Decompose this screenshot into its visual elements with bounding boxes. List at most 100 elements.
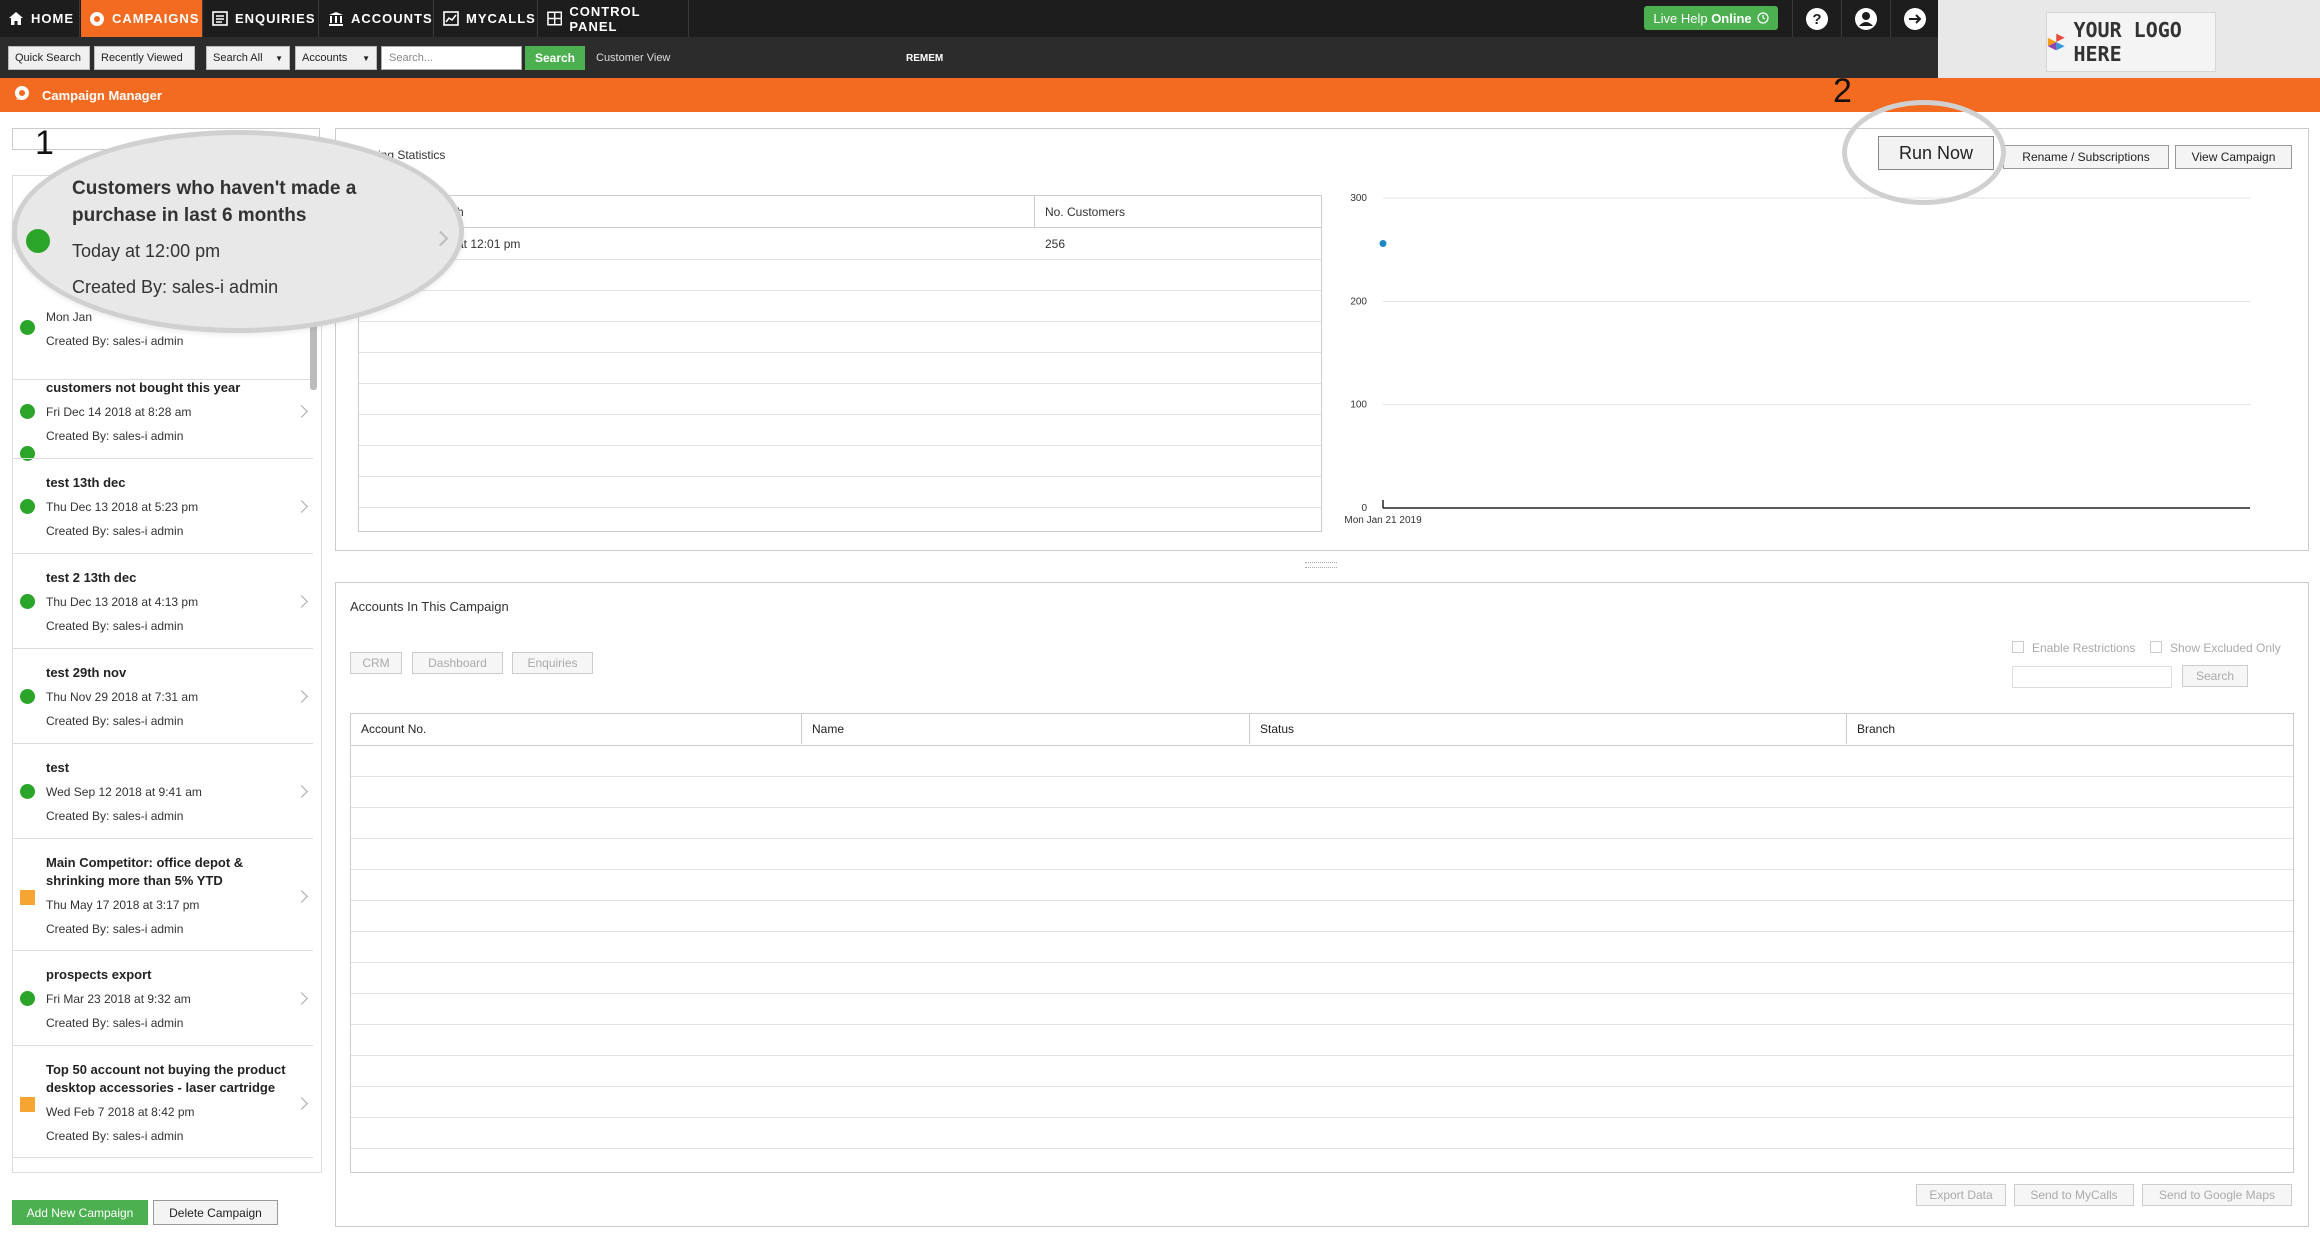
status-square-icon [20,890,35,905]
help-button[interactable]: ? [1792,0,1840,37]
rename-subscriptions-button[interactable]: Rename / Subscriptions [2003,145,2169,169]
accounts-select[interactable]: Accounts ▼ [295,46,377,70]
search-all-select[interactable]: Search All ▼ [206,46,290,70]
campaign-created-by: Created By: sales-i admin [46,429,184,443]
campaign-list-item[interactable]: test 13th dec Thu Dec 13 2018 at 5:23 pm… [13,459,313,554]
accounts-title: Accounts In This Campaign [350,599,509,614]
column-header-branch[interactable]: Branch [1847,714,2293,744]
search-input[interactable]: Search... [381,46,522,70]
run-now-callout [1842,100,2006,205]
campaign-icon [90,11,104,26]
enquiries-label: Enquiries [527,656,578,670]
campaign-created-by: Created By: sales-i admin [46,922,184,936]
show-excluded-checkbox[interactable] [2150,641,2162,653]
column-header-customers: No. Customers [1045,205,1126,219]
customer-view-link[interactable]: Customer View [596,46,670,70]
delete-campaign-button[interactable]: Delete Campaign [153,1200,278,1225]
export-data-label: Export Data [1929,1188,1993,1202]
campaign-list-item[interactable]: test Wed Sep 12 2018 at 9:41 am Created … [13,744,313,839]
company-logo: YOUR LOGO HERE [2046,12,2216,72]
row-divider [351,869,2293,870]
delete-campaign-label: Delete Campaign [169,1205,262,1220]
nav-mycalls[interactable]: MYCALLS [435,0,538,37]
account-no-label: Account No. [361,722,427,736]
enquiries-button[interactable]: Enquiries [512,652,593,674]
row-divider [351,931,2293,932]
nav-accounts[interactable]: ACCOUNTS [320,0,434,37]
row-divider [359,321,1321,322]
status-dot-icon [20,991,35,1006]
campaign-title: test 29th nov [46,665,127,680]
send-to-google-maps-label: Send to Google Maps [2158,1188,2276,1202]
campaign-list-item[interactable]: test 29th nov Thu Nov 29 2018 at 7:31 am… [13,649,313,744]
enable-restrictions-checkbox[interactable] [2012,641,2024,653]
row-divider [359,352,1321,353]
callout-number-1: 1 [35,124,54,162]
recently-viewed-tab[interactable]: Recently Viewed [94,46,195,70]
campaign-title: Main Competitor: office depot & shrinkin… [46,855,244,888]
export-data-button[interactable]: Export Data [1916,1184,2006,1206]
remem-text: REMEM [906,46,943,70]
profile-button[interactable] [1841,0,1889,37]
campaign-list-item[interactable]: customers not bought this year Fri Dec 1… [13,364,313,459]
panel-splitter[interactable] [1305,562,1337,568]
logo-mark-icon [2047,33,2065,51]
search-button[interactable]: Search [525,46,585,70]
nav-control-panel[interactable]: CONTROL PANEL [539,0,689,37]
campaign-created-by: Created By: sales-i admin [72,277,279,297]
status-dot-icon [20,689,35,704]
add-campaign-button[interactable]: Add New Campaign [12,1200,148,1225]
chevron-right-icon [295,595,308,608]
row-divider [351,776,2293,777]
campaign-created-by: Created By: sales-i admin [46,809,184,823]
column-header-account-no[interactable]: Account No. [351,714,802,744]
campaign-list-item[interactable]: Top 50 account not buying the product de… [13,1046,313,1158]
campaign-date: Wed Sep 12 2018 at 9:41 am [46,785,202,799]
campaign-list-item[interactable]: prospects export Fri Mar 23 2018 at 9:32… [13,951,313,1046]
restriction-search-input[interactable] [2012,666,2172,688]
campaign-title: Top 50 account not buying the product de… [46,1062,286,1095]
customer-view-label: Customer View [596,52,671,64]
magnified-campaign-callout[interactable]: Customers who haven't made a purchase in… [12,130,464,333]
status-dot-icon [26,229,50,253]
question-icon: ? [1805,7,1828,30]
quick-search-label: Quick Search [15,52,82,64]
crm-button[interactable]: CRM [350,652,402,674]
arrow-right-icon [1903,7,1926,30]
page-header: Campaign Manager [0,78,2320,112]
nav-home[interactable]: HOME [0,0,80,37]
status-dot-icon [20,404,35,419]
row-divider [351,807,2293,808]
view-campaign-button[interactable]: View Campaign [2175,145,2292,169]
branch-label: Branch [1857,722,1896,736]
status-dot-icon [20,784,35,799]
campaign-date: Thu May 17 2018 at 3:17 pm [46,898,200,912]
campaign-list-item[interactable]: Main Competitor: office depot & shrinkin… [13,839,313,951]
y-tick-label: 300 [1350,193,1367,204]
name-label: Name [812,722,845,736]
quick-search-tab[interactable]: Quick Search [8,46,90,70]
live-help-button[interactable]: Live Help Online [1644,6,1778,30]
column-header-name[interactable]: Name [802,714,1250,744]
logout-button[interactable] [1890,0,1938,37]
campaign-list-item[interactable]: test 2 13th dec Thu Dec 13 2018 at 4:13 … [13,554,313,649]
campaign-date: Fri Dec 14 2018 at 8:28 am [46,405,192,419]
restriction-search-button[interactable]: Search [2182,665,2248,687]
chevron-right-icon [295,405,308,418]
nav-campaigns[interactable]: CAMPAIGNS [81,0,203,37]
campaign-date: Thu Dec 13 2018 at 4:13 pm [46,595,199,609]
enquiries-icon [212,11,228,26]
dashboard-button[interactable]: Dashboard [412,652,503,674]
column-header-status[interactable]: Status [1250,714,1847,744]
page-title: Campaign Manager [42,87,162,103]
user-icon [1854,7,1877,30]
campaign-created-by: Created By: sales-i admin [46,1129,184,1143]
nav-enquiries-label: ENQUIRIES [235,11,316,26]
data-point[interactable] [1379,239,1387,247]
row-divider [359,414,1321,415]
nav-accounts-label: ACCOUNTS [351,11,433,26]
nav-enquiries[interactable]: ENQUIRIES [204,0,319,37]
send-to-mycalls-button[interactable]: Send to MyCalls [2014,1184,2134,1206]
send-to-google-maps-button[interactable]: Send to Google Maps [2142,1184,2292,1206]
run-date-cell: at 12:01 pm [457,237,521,251]
